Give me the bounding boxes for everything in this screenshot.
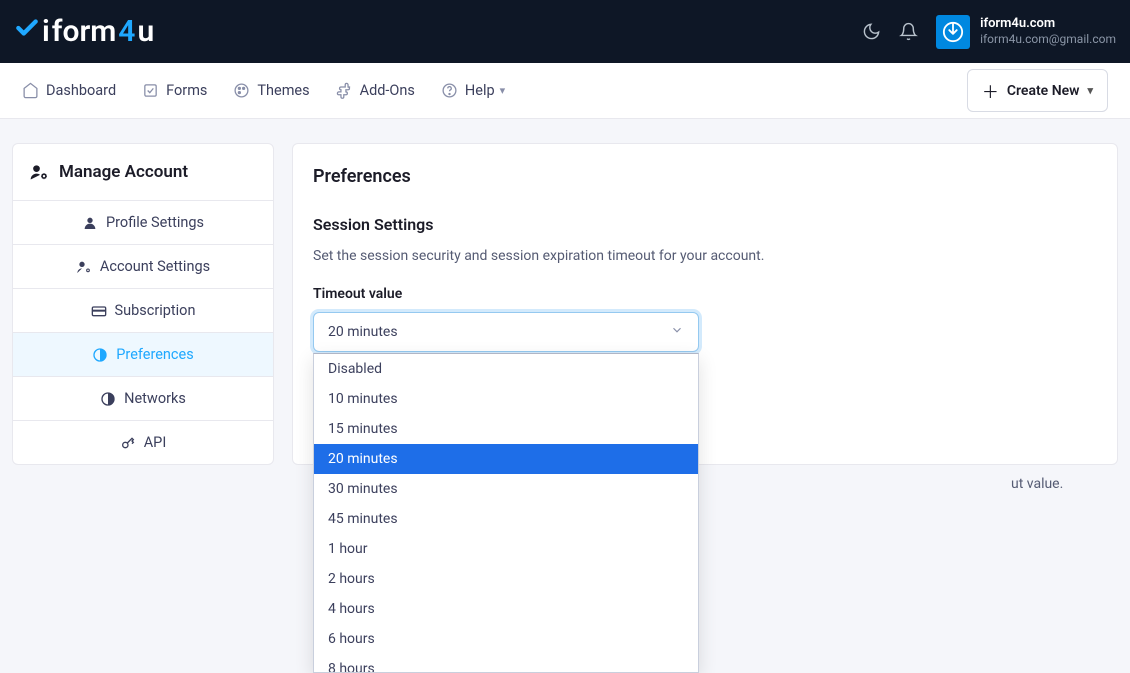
sidebar: Manage Account Profile Settings Account … — [12, 143, 274, 465]
user-gear-icon — [29, 162, 49, 182]
brand-text-4: u — [137, 14, 154, 49]
timeout-select-wrap: 20 minutes Disabled10 minutes15 minutes2… — [313, 312, 699, 352]
chevron-down-icon: ▾ — [500, 84, 506, 97]
dropdown-option[interactable]: 6 hours — [314, 624, 698, 654]
dropdown-option[interactable]: 4 hours — [314, 594, 698, 624]
content-panel: Preferences Session Settings Set the ses… — [292, 143, 1118, 465]
sidebar-item-preferences[interactable]: Preferences — [13, 333, 273, 377]
sidebar-item-label: Networks — [124, 390, 186, 407]
brand-text-2: form — [52, 14, 117, 49]
chevron-down-icon: ▾ — [1087, 84, 1093, 97]
notification-icon[interactable] — [899, 22, 918, 41]
nav-label: Add-Ons — [360, 82, 415, 99]
timeout-dropdown: Disabled10 minutes15 minutes20 minutes30… — [313, 353, 699, 673]
sidebar-item-label: Subscription — [115, 302, 196, 319]
nav-label: Forms — [166, 82, 207, 99]
select-value: 20 minutes — [328, 324, 398, 340]
contrast-icon — [100, 391, 116, 407]
section-description: Set the session security and session exp… — [313, 248, 1097, 264]
dropdown-option[interactable]: 10 minutes — [314, 384, 698, 414]
sidebar-title: Manage Account — [59, 162, 188, 182]
nav-themes[interactable]: Themes — [233, 82, 309, 99]
sidebar-item-label: Account Settings — [100, 258, 210, 275]
sidebar-item-label: Profile Settings — [106, 214, 204, 231]
dropdown-option[interactable]: 2 hours — [314, 564, 698, 594]
user-email: iform4u.com@gmail.com — [980, 32, 1116, 47]
sidebar-item-subscription[interactable]: Subscription — [13, 289, 273, 333]
user-cog-icon — [76, 259, 92, 275]
user-icon — [82, 215, 98, 231]
sidebar-item-profile[interactable]: Profile Settings — [13, 201, 273, 245]
top-bar: i form 4 u iform4u.com iform4u.com@gmail… — [0, 0, 1130, 63]
dropdown-option[interactable]: 1 hour — [314, 534, 698, 564]
contrast-icon — [92, 347, 108, 363]
dropdown-option[interactable]: 20 minutes — [314, 444, 698, 474]
sidebar-item-networks[interactable]: Networks — [13, 377, 273, 421]
nav-label: Dashboard — [46, 82, 116, 99]
key-icon — [120, 435, 136, 451]
dropdown-option[interactable]: 30 minutes — [314, 474, 698, 504]
timeout-select[interactable]: 20 minutes — [313, 312, 699, 352]
chevron-down-icon — [670, 323, 684, 341]
page-title: Preferences — [313, 166, 1097, 187]
nav-label: Themes — [257, 82, 309, 99]
plus-icon: ＋ — [982, 78, 999, 103]
nav-addons[interactable]: Add-Ons — [336, 82, 415, 99]
create-new-button[interactable]: ＋ Create New ▾ — [967, 69, 1108, 112]
brand-text-3: 4 — [118, 14, 135, 49]
nav-forms[interactable]: Forms — [142, 82, 207, 99]
dropdown-option[interactable]: 8 hours — [314, 654, 698, 673]
dark-mode-icon[interactable] — [862, 22, 881, 41]
sidebar-item-label: API — [144, 434, 167, 451]
field-label-timeout: Timeout value — [313, 286, 1097, 302]
avatar — [936, 15, 970, 49]
user-menu[interactable]: iform4u.com iform4u.com@gmail.com — [936, 15, 1116, 49]
user-name: iform4u.com — [980, 16, 1116, 32]
sidebar-item-api[interactable]: API — [13, 421, 273, 464]
nav-label: Help — [465, 82, 495, 99]
dropdown-option[interactable]: 15 minutes — [314, 414, 698, 444]
sidebar-item-account[interactable]: Account Settings — [13, 245, 273, 289]
dropdown-option[interactable]: Disabled — [314, 354, 698, 384]
brand-text-1: i — [42, 14, 50, 49]
brand-check-icon — [14, 14, 40, 49]
nav-dashboard[interactable]: Dashboard — [22, 82, 116, 99]
sidebar-item-label: Preferences — [116, 346, 193, 363]
hint-text-fragment: ut value. — [1011, 476, 1063, 492]
brand-logo[interactable]: i form 4 u — [14, 14, 154, 49]
section-title: Session Settings — [313, 215, 1097, 234]
page-body: Manage Account Profile Settings Account … — [0, 119, 1130, 489]
nav-help[interactable]: Help ▾ — [441, 82, 505, 99]
topbar-right: iform4u.com iform4u.com@gmail.com — [862, 15, 1116, 49]
sidebar-header: Manage Account — [13, 144, 273, 201]
dropdown-option[interactable]: 45 minutes — [314, 504, 698, 534]
main-nav: Dashboard Forms Themes Add-Ons Help ▾ ＋ … — [0, 63, 1130, 119]
nav-items: Dashboard Forms Themes Add-Ons Help ▾ — [22, 82, 505, 99]
create-btn-label: Create New — [1007, 83, 1080, 99]
user-texts: iform4u.com iform4u.com@gmail.com — [980, 16, 1116, 47]
card-icon — [91, 303, 107, 319]
